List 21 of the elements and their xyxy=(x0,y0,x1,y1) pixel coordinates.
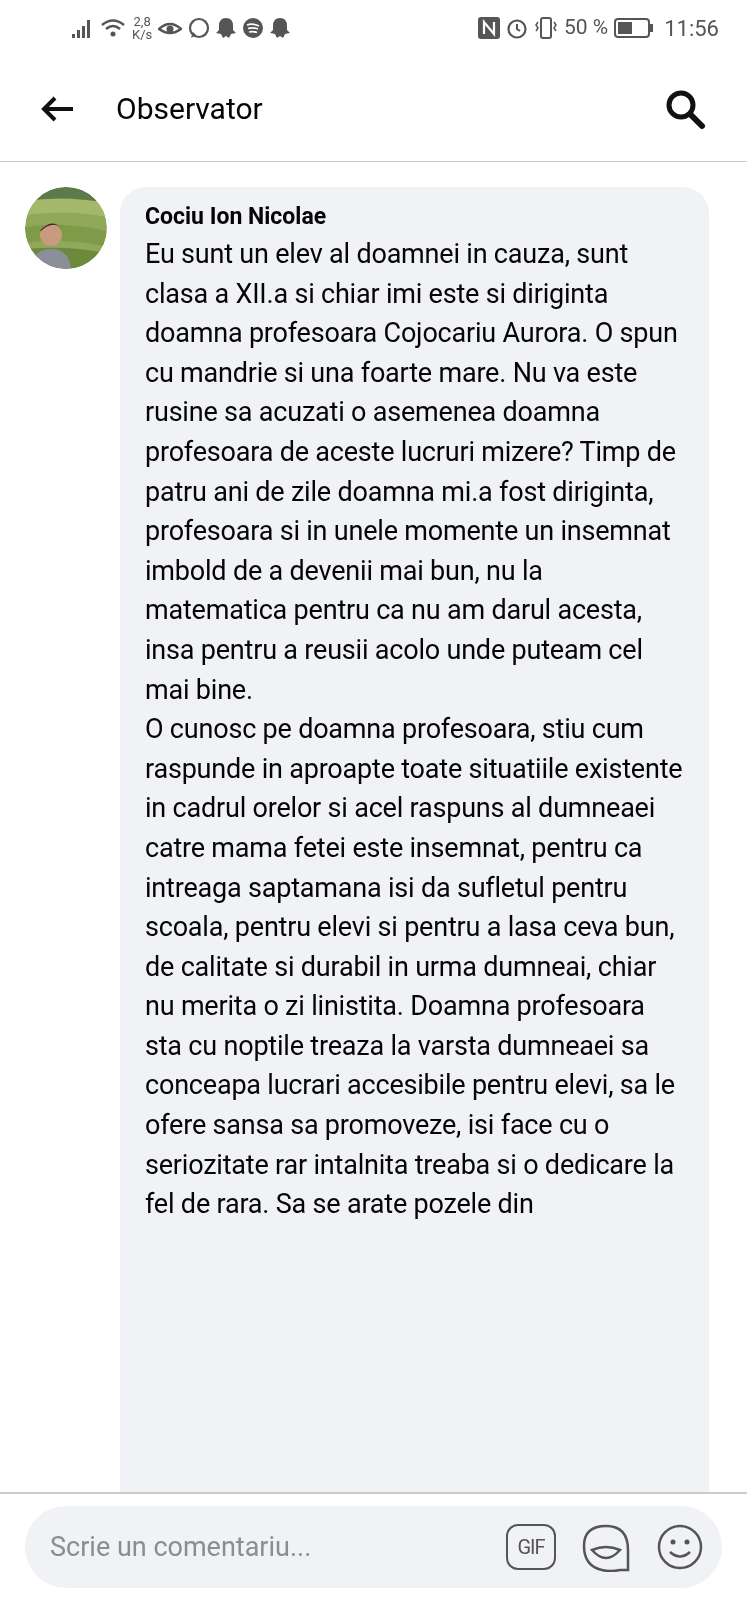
emoji-icon[interactable] xyxy=(656,1523,704,1571)
ghost-icon xyxy=(270,17,291,39)
ghost-icon xyxy=(216,17,237,39)
battery-icon xyxy=(614,18,655,38)
speed-unit: K/s xyxy=(132,28,153,41)
comment-input[interactable]: Scrie un comentariu... GIF xyxy=(25,1506,722,1588)
sticker-icon[interactable] xyxy=(580,1522,632,1572)
nfc-icon xyxy=(478,17,500,39)
gif-button[interactable]: GIF xyxy=(506,1524,556,1570)
wifi-icon xyxy=(100,18,126,38)
comment-text: Eu sunt un elev al doamnei in cauza, sunt clasa a XII.a si chiar imi este si diriginta doamna profesoara Cojocariu Aurora. O spun cu mandrie si una foarte mare. Nu va este rusine sa acuzati o asemenea doamna profesoara de aceste lucruri mizere? Timp de patru ani de zile doamna mi.a fost diriginta, profesoara si in unele momente un insemnat imbold de a devenii mai bun, nu la matematica pentru ca nu am darul acesta, insa pentru a reusii acolo unde puteam cel mai bine. xyxy=(145,237,679,708)
comment-author: Cociu Ion Nicolae xyxy=(145,203,328,231)
vibrate-icon xyxy=(534,16,558,40)
page-title: Observator xyxy=(116,90,264,128)
battery-percentage: 50 % xyxy=(564,14,609,42)
speed-value: 2,8 xyxy=(133,15,151,28)
comment-text: O cunosc pe doamna profesoara, stiu cum raspunde in aproapte toate situatiile existente in cadrul orelor si acel raspuns al dumneaei catre mama fetei este insemnat, pentru ca intreaga saptamana isi da sufletul pentru scoala, pentru elevi si pentru a lasa ceva bun, de calitate si durabil in urma dumneai, chiar nu merita o zi linistita. Doamna profesoara sta cu noptile treaza la varsta dumneaei sa conceapa lucrari accesibile pentru elevi, sa le ofere sansa sa promoveze, isi face cu o seriozitate rar intalnita treaba si o dedicare la fel de rara. Sa se arate pozele din xyxy=(145,712,684,1223)
chat-icon xyxy=(188,17,211,39)
music-icon xyxy=(242,17,265,39)
clock-time: 11:56 xyxy=(664,14,719,43)
alarm-icon xyxy=(506,17,528,39)
